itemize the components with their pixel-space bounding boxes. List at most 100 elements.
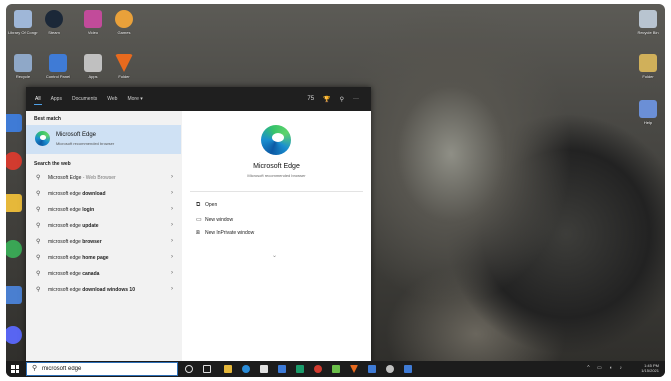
search-icon: ⚲ bbox=[36, 191, 41, 197]
window-icon: ▭ bbox=[196, 217, 202, 223]
discord-icon bbox=[6, 326, 22, 344]
system-tray[interactable]: 1:45 PM 1/15/2021 bbox=[641, 363, 659, 373]
search-input[interactable] bbox=[42, 364, 172, 374]
web-result[interactable]: ⚲ microsoft edge home page › bbox=[26, 251, 181, 266]
tab-more[interactable]: More ▾ bbox=[126, 94, 143, 104]
search-filter-bar: All Apps Documents Web More ▾ 75 🏆 ⚲ ··· bbox=[26, 87, 371, 111]
app-icon bbox=[6, 286, 22, 304]
search-icon: ⚲ bbox=[36, 175, 41, 181]
best-match-item[interactable]: Microsoft Edge Microsoft recommended bro… bbox=[26, 125, 181, 154]
chrome-icon bbox=[6, 240, 22, 258]
edge-taskbar-icon[interactable] bbox=[242, 365, 250, 373]
app-icon bbox=[6, 194, 22, 212]
taskbar-search[interactable]: ⚲ bbox=[26, 362, 178, 376]
feedback-icon[interactable]: ⚲ bbox=[340, 96, 344, 103]
desktop-icon[interactable]: Help bbox=[633, 100, 663, 138]
desktop-icon[interactable]: Games bbox=[109, 10, 139, 48]
chrome-icon bbox=[6, 152, 22, 170]
edge-icon bbox=[35, 131, 50, 146]
web-result[interactable]: ⚲ Microsoft Edge - Web Browser › bbox=[26, 171, 181, 186]
best-match-subtitle: Microsoft recommended browser bbox=[56, 141, 115, 146]
chevron-right-icon: › bbox=[171, 270, 173, 276]
help-icon bbox=[639, 100, 657, 118]
result-detail-pane: Microsoft Edge Microsoft recommended bro… bbox=[182, 111, 371, 364]
control-panel-icon bbox=[49, 54, 67, 72]
inprivate-icon: ⧈ bbox=[196, 230, 200, 236]
recycle-bin-icon bbox=[639, 10, 657, 28]
tab-web[interactable]: Web bbox=[106, 94, 118, 104]
chevron-right-icon: › bbox=[171, 174, 173, 180]
desktop-icon[interactable]: Steam bbox=[39, 10, 69, 48]
app-icon[interactable] bbox=[404, 365, 412, 373]
detail-title: Microsoft Edge bbox=[253, 163, 300, 170]
games-icon bbox=[115, 10, 133, 28]
more-options-icon[interactable]: ··· bbox=[353, 96, 359, 102]
vlc-icon[interactable] bbox=[350, 365, 358, 373]
search-icon: ⚲ bbox=[36, 287, 41, 293]
app-icon[interactable] bbox=[296, 365, 304, 373]
tab-documents[interactable]: Documents bbox=[71, 94, 98, 104]
app-icon[interactable] bbox=[332, 365, 340, 373]
detail-subtitle: Microsoft recommended browser bbox=[247, 173, 306, 178]
apps-icon bbox=[84, 54, 102, 72]
new-inprivate-window-action[interactable]: ⧈ New InPrivate window bbox=[196, 230, 254, 237]
desktop-icon[interactable]: Recycle Bin bbox=[633, 10, 663, 48]
chrome-icon[interactable] bbox=[314, 365, 322, 373]
library-icon bbox=[14, 10, 32, 28]
file-explorer-icon[interactable] bbox=[224, 365, 232, 373]
chevron-right-icon: › bbox=[171, 286, 173, 292]
settings-icon[interactable] bbox=[386, 365, 394, 373]
web-result[interactable]: ⚲ microsoft edge download windows 10 › bbox=[26, 283, 181, 305]
search-icon: ⚲ bbox=[36, 223, 41, 229]
tab-all[interactable]: All bbox=[34, 94, 42, 105]
cortana-icon[interactable] bbox=[185, 365, 193, 373]
chevron-down-icon[interactable]: ⌄ bbox=[272, 252, 277, 259]
recycle-icon bbox=[14, 54, 32, 72]
desktop: Library Of Congress Steam Video Games Re… bbox=[6, 4, 665, 377]
web-result[interactable]: ⚲ microsoft edge browser › bbox=[26, 235, 181, 250]
search-icon: ⚲ bbox=[36, 239, 41, 245]
desktop-icon[interactable] bbox=[6, 286, 28, 324]
web-result[interactable]: ⚲ microsoft edge canada › bbox=[26, 267, 181, 282]
divider bbox=[190, 191, 363, 192]
desktop-icon[interactable]: Video bbox=[78, 10, 108, 48]
desktop-icon[interactable]: Library Of Congress bbox=[8, 10, 38, 48]
app-icon[interactable] bbox=[368, 365, 376, 373]
store-icon[interactable] bbox=[260, 365, 268, 373]
chevron-right-icon: › bbox=[171, 238, 173, 244]
web-heading: Search the web bbox=[34, 161, 71, 167]
open-action[interactable]: ⧉ Open bbox=[196, 202, 217, 209]
chevron-right-icon: › bbox=[171, 222, 173, 228]
taskbar: ⚲ 1:45 PM 1/15/2021 ^ ▭ ◖ ♪ bbox=[6, 361, 665, 377]
search-panel: All Apps Documents Web More ▾ 75 🏆 ⚲ ···… bbox=[26, 87, 371, 364]
folder-icon bbox=[115, 54, 133, 72]
search-icon: ⚲ bbox=[36, 271, 41, 277]
web-result[interactable]: ⚲ microsoft edge login › bbox=[26, 203, 181, 218]
search-icon: ⚲ bbox=[36, 207, 41, 213]
new-window-action[interactable]: ▭ New window bbox=[196, 216, 233, 223]
mail-icon[interactable] bbox=[278, 365, 286, 373]
desktop-icon[interactable] bbox=[6, 240, 28, 278]
web-result[interactable]: ⚲ microsoft edge update › bbox=[26, 219, 181, 234]
results-list: Best match Microsoft Edge Microsoft reco… bbox=[26, 111, 181, 364]
desktop-icon[interactable] bbox=[6, 326, 28, 364]
desktop-icon[interactable]: Folder bbox=[633, 54, 663, 92]
desktop-icon[interactable] bbox=[6, 152, 28, 190]
edge-icon bbox=[261, 125, 291, 155]
video-icon bbox=[84, 10, 102, 28]
tray-date: 1/15/2021 bbox=[641, 368, 659, 373]
search-icon: ⚲ bbox=[32, 365, 38, 372]
web-result[interactable]: ⚲ microsoft edge download › bbox=[26, 187, 181, 202]
best-match-title: Microsoft Edge bbox=[56, 132, 97, 138]
task-view-icon[interactable] bbox=[203, 365, 211, 373]
tray-icons[interactable]: ^ ▭ ◖ ♪ bbox=[587, 365, 625, 371]
points-count: 75 bbox=[307, 96, 315, 102]
desktop-icon[interactable] bbox=[6, 194, 28, 232]
trophy-icon[interactable]: 🏆 bbox=[323, 96, 330, 103]
desktop-icon[interactable] bbox=[6, 114, 28, 152]
chevron-right-icon: › bbox=[171, 190, 173, 196]
tab-apps[interactable]: Apps bbox=[50, 94, 63, 104]
open-icon: ⧉ bbox=[196, 202, 201, 208]
start-button[interactable] bbox=[11, 365, 19, 373]
chevron-right-icon: › bbox=[171, 206, 173, 212]
